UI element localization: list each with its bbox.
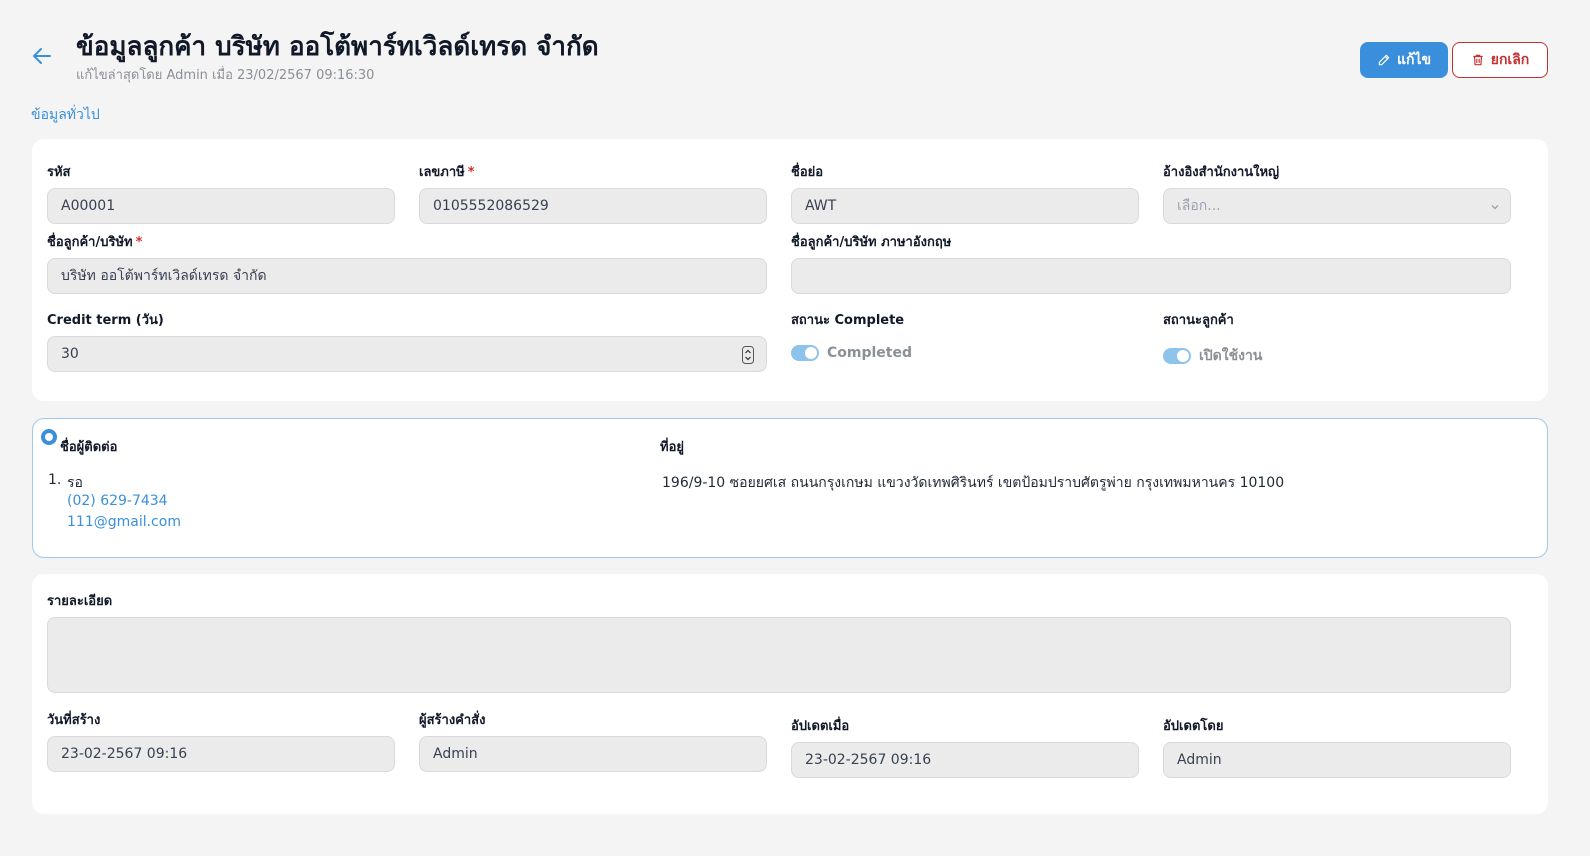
updated-date-label: อัปเดตเมื่อ (791, 719, 850, 734)
customer-status-toggle[interactable] (1163, 348, 1191, 364)
complete-status-toggle-group: Completed (791, 345, 912, 361)
edit-button[interactable]: แก้ไข (1360, 42, 1448, 78)
detail-textarea[interactable] (47, 617, 1511, 693)
edit-button-label: แก้ไข (1396, 52, 1432, 68)
required-mark: * (467, 165, 475, 180)
contact-address-card[interactable]: ชื่อผู้ติดต่อ ที่อยู่ 1. รอ (02) 629-743… (32, 418, 1548, 558)
complete-status-text: Completed (827, 345, 913, 361)
tax-id-label: เลขภาษี * (419, 161, 475, 182)
contact-name-header: ชื่อผู้ติดต่อ (60, 440, 118, 455)
detail-label: รายละเอียด (47, 594, 113, 609)
creator-label: ผู้สร้างคำสั่ง (419, 713, 486, 728)
cancel-button-label: ยกเลิก (1490, 52, 1530, 68)
updater-field[interactable]: Admin (1163, 742, 1511, 778)
required-mark: * (135, 235, 143, 250)
customer-name-label: ชื่อลูกค้า/บริษัท * (47, 231, 142, 252)
contact-phone-link[interactable]: (02) 629-7434 (67, 493, 168, 509)
address-header: ที่อยู่ (660, 440, 684, 455)
created-date-field[interactable]: 23-02-2567 09:16 (47, 736, 395, 772)
tax-id-field[interactable]: 0105552086529 (419, 188, 767, 224)
customer-status-toggle-group: เปิดใช้งาน (1163, 345, 1262, 367)
code-field[interactable]: A00001 (47, 188, 395, 224)
page-title: ข้อมูลลูกค้า บริษัท ออโต้พาร์ทเวิลด์เทรด… (76, 32, 599, 62)
pencil-icon (1378, 54, 1390, 66)
contact-email-link[interactable]: 111@gmail.com (67, 514, 181, 530)
updater-label: อัปเดตโดย (1163, 719, 1224, 734)
customer-name-field[interactable]: บริษัท ออโต้พาร์ทเวิลด์เทรด จำกัด (47, 258, 767, 294)
contact-index: 1. (48, 472, 62, 488)
short-name-label: ชื่อย่อ (791, 165, 824, 180)
number-stepper-icon[interactable] (742, 346, 754, 364)
trash-icon (1473, 54, 1483, 66)
customer-status-label: สถานะลูกค้า (1163, 313, 1234, 328)
customer-status-text: เปิดใช้งาน (1199, 348, 1263, 364)
general-info-card: รหัส A00001 เลขภาษี * 0105552086529 ชื่อย… (32, 139, 1548, 401)
details-card: รายละเอียด วันที่สร้าง 23-02-2567 09:16 … (32, 574, 1548, 814)
page-header: ข้อมูลลูกค้า บริษัท ออโต้พาร์ทเวิลด์เทรด… (0, 0, 1590, 100)
credit-term-field[interactable]: 30 (47, 336, 767, 372)
customer-name-en-field[interactable] (791, 258, 1511, 294)
credit-term-label: Credit term (วัน) (47, 313, 164, 328)
last-edited-info: แก้ไขล่าสุดโดย Admin เมื่อ 23/02/2567 09… (76, 68, 375, 83)
tax-id-label-text: เลขภาษี (419, 165, 465, 180)
back-arrow-icon[interactable] (30, 44, 54, 68)
created-date-label: วันที่สร้าง (47, 713, 101, 728)
customer-name-label-text: ชื่อลูกค้า/บริษัท (47, 235, 133, 250)
contact-name: รอ (67, 475, 83, 491)
complete-status-toggle[interactable] (791, 345, 819, 361)
tab-general-info[interactable]: ข้อมูลทั่วไป (31, 104, 100, 126)
code-label: รหัส (47, 165, 71, 180)
address-text: 196/9-10 ซอยยศเส ถนนกรุงเกษม แขวงวัดเทพศ… (662, 475, 1285, 491)
headquarters-select[interactable]: เลือก... (1163, 188, 1511, 224)
credit-term-value: 30 (61, 346, 79, 362)
address-select-radio[interactable] (41, 429, 57, 445)
complete-status-label: สถานะ Complete (791, 313, 905, 328)
short-name-field[interactable]: AWT (791, 188, 1139, 224)
cancel-button[interactable]: ยกเลิก (1452, 42, 1548, 78)
headquarters-ref-label: อ้างอิงสำนักงานใหญ่ (1163, 165, 1280, 180)
customer-name-en-label: ชื่อลูกค้า/บริษัท ภาษาอังกฤษ (791, 235, 952, 250)
creator-field[interactable]: Admin (419, 736, 767, 772)
updated-date-field[interactable]: 23-02-2567 09:16 (791, 742, 1139, 778)
chevron-down-icon (1491, 205, 1499, 210)
headquarters-select-placeholder: เลือก... (1177, 198, 1221, 214)
